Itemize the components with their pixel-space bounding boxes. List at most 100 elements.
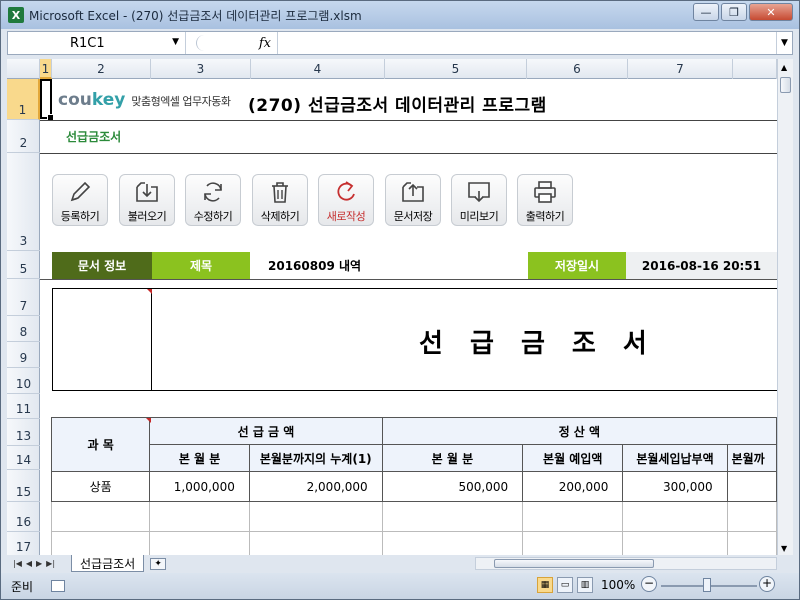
zoom-out-icon[interactable]: − [641, 576, 657, 592]
table-cell[interactable]: 상품 [50, 471, 151, 502]
new-button[interactable]: 새로작성 [318, 174, 374, 226]
first-sheet-icon[interactable]: |◀ [13, 559, 22, 568]
table-cell[interactable] [381, 531, 524, 557]
register-label: 등록하기 [60, 210, 100, 223]
table-cell[interactable] [381, 501, 524, 532]
horizontal-scrollbar[interactable] [475, 557, 777, 570]
formula-input[interactable] [278, 32, 776, 54]
new-label: 새로작성 [326, 210, 366, 223]
table-cell[interactable] [726, 471, 777, 502]
table-cell[interactable] [622, 501, 728, 532]
minimize-button[interactable]: — [693, 3, 719, 21]
macro-record-icon[interactable] [51, 580, 65, 592]
zoom-in-icon[interactable]: + [759, 576, 775, 592]
corner-select-all[interactable] [7, 59, 40, 79]
close-button[interactable]: ✕ [749, 3, 793, 21]
table-cell[interactable] [149, 501, 250, 532]
table-row[interactable] [50, 531, 777, 557]
row-header[interactable]: 5 [7, 251, 40, 279]
row-header[interactable]: 1 [7, 79, 40, 120]
row-header[interactable]: 15 [7, 470, 40, 502]
print-button[interactable]: 출력하기 [517, 174, 573, 226]
scroll-up-icon[interactable]: ▲ [781, 63, 787, 72]
preview-button[interactable]: 미리보기 [451, 174, 507, 226]
column-header[interactable]: 4 [251, 59, 385, 79]
next-sheet-icon[interactable]: ▶ [36, 559, 42, 568]
prev-sheet-icon[interactable]: ◀ [26, 559, 32, 568]
page-break-view-icon[interactable]: ▥ [577, 577, 593, 593]
table-cell[interactable] [726, 501, 777, 532]
view-buttons: ▦ ▭ ▥ [537, 577, 593, 593]
column-header[interactable]: 2 [52, 59, 151, 79]
document-title: 선 급 금 조 서 [419, 329, 656, 359]
table-cell[interactable]: 200,000 [522, 471, 624, 502]
worksheet[interactable]: cou key 맞춤형엑셀 업무자동화 (270) 선급금조서 데이터관리 프로… [40, 79, 777, 557]
table-cell[interactable] [522, 531, 624, 557]
normal-view-icon[interactable]: ▦ [537, 577, 553, 593]
zoom-slider-thumb[interactable] [703, 578, 711, 592]
row-header[interactable]: 9 [7, 342, 40, 368]
row-header[interactable]: 14 [7, 446, 40, 470]
download-icon [136, 182, 158, 202]
print-label: 출력하기 [525, 210, 565, 223]
name-box[interactable]: R1C1 ▼ [8, 32, 186, 54]
subject-header: 과 목 [50, 417, 151, 472]
table-cell[interactable] [726, 531, 777, 557]
row-header[interactable]: 2 [7, 120, 40, 153]
save-button[interactable]: 문서저장 [385, 174, 441, 226]
row-header[interactable]: 11 [7, 394, 40, 419]
table-cell[interactable]: 300,000 [622, 471, 728, 502]
column-header[interactable]: 5 [385, 59, 527, 79]
approval-cell[interactable] [53, 289, 152, 390]
last-sheet-icon[interactable]: ▶| [46, 559, 55, 568]
insert-sheet-icon[interactable]: ✦ [150, 557, 167, 570]
table-cell[interactable]: 2,000,000 [248, 471, 383, 502]
title-value[interactable]: 20160809 내역 [250, 252, 390, 279]
sheet-tab[interactable]: 선급금조서 [71, 555, 145, 572]
table-row[interactable] [50, 501, 777, 532]
table-cell[interactable] [149, 531, 250, 557]
expand-formula-bar-icon[interactable]: ▼ [776, 32, 792, 54]
row-header[interactable]: 17 [7, 532, 40, 557]
comment-indicator-icon[interactable] [146, 418, 151, 423]
table-cell[interactable] [622, 531, 728, 557]
row-header[interactable]: 16 [7, 502, 40, 532]
comment-indicator-icon[interactable] [147, 289, 152, 294]
page-layout-view-icon[interactable]: ▭ [557, 577, 573, 593]
title-bar[interactable]: X Microsoft Excel - (270) 선급금조서 데이터관리 프로… [1, 1, 799, 29]
zoom-level[interactable]: 100% [601, 578, 635, 592]
table-cell[interactable] [50, 501, 151, 532]
column-header[interactable]: 1 [40, 59, 52, 79]
formula-bar-grip[interactable] [196, 35, 226, 51]
load-button[interactable]: 불러오기 [119, 174, 175, 226]
excel-app-icon[interactable]: X [8, 7, 24, 23]
monitor-icon [468, 182, 490, 203]
restore-button[interactable]: ❐ [721, 3, 747, 21]
edit-button[interactable]: 수정하기 [185, 174, 241, 226]
horizontal-scroll-thumb[interactable] [494, 559, 654, 568]
delete-button[interactable]: 삭제하기 [252, 174, 308, 226]
scroll-down-icon[interactable]: ▼ [781, 544, 787, 553]
table-row[interactable]: 상품 1,000,000 2,000,000 500,000 200,000 3… [50, 471, 777, 502]
vertical-scrollbar[interactable]: ▲ ▼ [777, 59, 793, 557]
register-button[interactable]: 등록하기 [52, 174, 108, 226]
column-header[interactable]: 7 [628, 59, 733, 79]
chevron-down-icon[interactable]: ▼ [172, 37, 179, 47]
table-cell[interactable] [248, 501, 383, 532]
row-header[interactable]: 10 [7, 368, 40, 394]
table-cell[interactable]: 1,000,000 [149, 471, 250, 502]
row-header[interactable]: 13 [7, 419, 40, 446]
column-header[interactable]: 6 [527, 59, 628, 79]
row-header[interactable]: 8 [7, 316, 40, 342]
column-header[interactable] [733, 59, 777, 79]
vertical-scroll-thumb[interactable] [780, 77, 791, 93]
row-header[interactable]: 3 [7, 153, 40, 251]
row-header[interactable]: 7 [7, 279, 40, 316]
selected-cell[interactable] [40, 79, 54, 121]
prepaid-table: 과 목 선 급 금 액 정 산 액 본 월 분 본월분까지의 누계(1) 본 월… [50, 417, 777, 557]
table-cell[interactable] [522, 501, 624, 532]
column-header[interactable]: 3 [151, 59, 251, 79]
table-cell[interactable]: 500,000 [381, 471, 524, 502]
table-cell[interactable] [50, 531, 151, 557]
table-cell[interactable] [248, 531, 383, 557]
